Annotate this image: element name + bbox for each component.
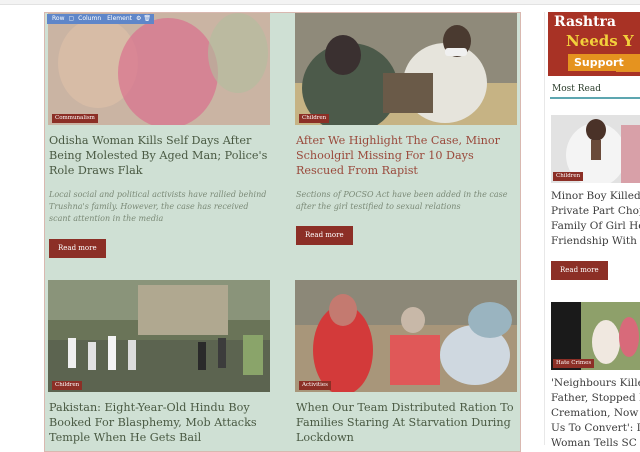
read-more-button[interactable]: Read more bbox=[296, 226, 353, 245]
support-button[interactable]: Support bbox=[568, 54, 640, 71]
sidebar-divider bbox=[544, 12, 545, 445]
article-image[interactable]: Communalism bbox=[48, 13, 270, 125]
article-title[interactable]: Pakistan: Eight-Year-Old Hindu Boy Booke… bbox=[49, 400, 271, 445]
article-image[interactable]: Children bbox=[48, 280, 270, 392]
element-button[interactable]: Element bbox=[105, 14, 134, 24]
sidebar-article-title-line[interactable]: Minor Boy Killed, bbox=[551, 189, 640, 204]
banner-line-2: Needs Y bbox=[566, 32, 634, 50]
support-banner[interactable]: Rashtra Needs Y Support bbox=[548, 12, 640, 76]
sidebar-article-title-line[interactable]: 'Neighbours Kille bbox=[551, 376, 640, 391]
article-grid: Row ▢ Column Element ⚙ 🗑 Communalism Odi… bbox=[44, 12, 521, 452]
editor-toolbar[interactable]: Row ▢ Column Element ⚙ 🗑 bbox=[47, 14, 154, 24]
category-badge[interactable]: Children bbox=[52, 381, 83, 390]
article-title[interactable]: Odisha Woman Kills Self Days After Being… bbox=[49, 133, 271, 178]
category-badge[interactable]: Children bbox=[299, 114, 330, 123]
article-title[interactable]: After We Highlight The Case, Minor Schoo… bbox=[296, 133, 518, 178]
category-badge[interactable]: Children bbox=[553, 172, 584, 181]
article-image[interactable]: Activities bbox=[295, 280, 517, 392]
row-button[interactable]: Row bbox=[50, 14, 66, 24]
banner-line-1: Rashtra bbox=[554, 14, 617, 30]
article-excerpt: Sections of POCSO Act have been added in… bbox=[296, 190, 508, 211]
trash-icon[interactable]: 🗑 bbox=[143, 14, 151, 24]
sidebar-article-title-line[interactable]: Private Part Chop bbox=[551, 204, 640, 219]
article-title[interactable]: When Our Team Distributed Ration To Fami… bbox=[296, 400, 518, 445]
sidebar-article-image[interactable]: Hate Crimes bbox=[551, 302, 640, 370]
sidebar-article-title-line[interactable]: Cremation, Now bbox=[551, 406, 640, 421]
sidebar-article-image[interactable]: Children bbox=[551, 115, 640, 183]
sidebar-article-title-line[interactable]: Woman Tells SC bbox=[551, 436, 640, 451]
read-more-button[interactable]: Read more bbox=[551, 261, 608, 280]
category-badge[interactable]: Hate Crimes bbox=[553, 359, 595, 368]
sidebar-article-title-line[interactable]: Friendship With bbox=[551, 234, 640, 249]
top-strip bbox=[0, 0, 640, 5]
category-badge[interactable]: Activities bbox=[299, 381, 331, 390]
read-more-button[interactable]: Read more bbox=[49, 239, 106, 258]
category-badge[interactable]: Communalism bbox=[52, 114, 98, 123]
article-excerpt: Local social and political activists hav… bbox=[49, 190, 267, 223]
article-image[interactable]: Children bbox=[295, 13, 517, 125]
column-button[interactable]: Column bbox=[76, 14, 103, 24]
duplicate-icon[interactable]: ▢ bbox=[68, 14, 74, 24]
most-read-heading: Most Read bbox=[550, 80, 640, 99]
settings-icon[interactable]: ⚙ bbox=[136, 14, 141, 24]
sidebar-article-title-line[interactable]: Father, Stopped H bbox=[551, 391, 640, 406]
sidebar-article-title-line[interactable]: Us To Convert': D bbox=[551, 421, 640, 436]
most-read-section: Most Read bbox=[550, 80, 640, 99]
sidebar-article-title-line[interactable]: Family Of Girl He bbox=[551, 219, 640, 234]
